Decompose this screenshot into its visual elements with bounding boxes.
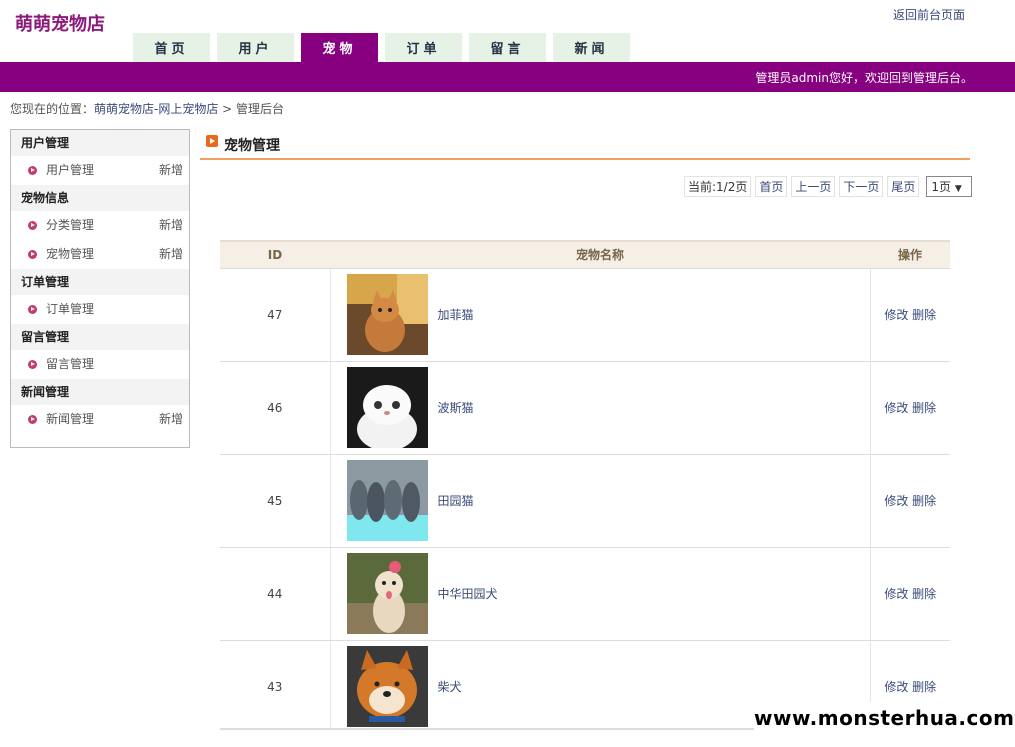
section-title: 宠物管理 (224, 138, 280, 154)
sidebar-group-orders: 订单管理 (11, 269, 189, 295)
section-arrow-icon (206, 135, 218, 147)
row-id: 45 (220, 454, 331, 548)
watermark: www.monsterhua.com (754, 702, 1015, 735)
pet-name-link[interactable]: 田园猫 (438, 492, 474, 509)
row-id: 44 (220, 547, 331, 641)
table-header-row: ID 宠物名称 操作 (220, 240, 950, 269)
nav-tab-pets[interactable]: 宠物 (301, 33, 378, 62)
bullet-arrow-icon (28, 221, 37, 230)
pager-last-button[interactable]: 尾页 (887, 176, 920, 197)
breadcrumb-home-link[interactable]: 萌萌宠物店-网上宠物店 (94, 102, 218, 116)
breadcrumb-current: 管理后台 (236, 102, 285, 116)
breadcrumb: 您现在的位置：萌萌宠物店-网上宠物店 > 管理后台 (10, 100, 284, 117)
header-operation: 操作 (870, 240, 950, 269)
pager-current: 当前:1/2页 (684, 176, 752, 197)
sidebar-item-pet-manage[interactable]: 宠物管理 新增 (11, 240, 189, 269)
table-row: 47 加菲猫 修改 删除 (220, 268, 950, 362)
edit-button[interactable]: 修改 (884, 587, 908, 601)
row-id: 43 (220, 640, 331, 728)
sidebar-add-category-link[interactable]: 新增 (159, 211, 183, 240)
sidebar-add-pet-link[interactable]: 新增 (159, 240, 183, 269)
nav-tab-messages[interactable]: 留言 (469, 33, 546, 62)
nav-tab-users[interactable]: 用户 (217, 33, 294, 62)
sidebar-group-pets: 宠物信息 (11, 185, 189, 211)
row-id: 46 (220, 361, 331, 455)
sidebar-group-messages: 留言管理 (11, 324, 189, 350)
pet-table-container: ID 宠物名称 操作 47 加菲猫 修改 删除 46 波斯猫 修改 删除 45 … (220, 240, 950, 730)
pet-photo-shiba (346, 646, 428, 727)
sidebar-item-category-manage[interactable]: 分类管理 新增 (11, 211, 189, 240)
pet-photo-cats-group (346, 460, 428, 541)
delete-button[interactable]: 删除 (912, 401, 936, 415)
pager-first-button[interactable]: 首页 (755, 176, 788, 197)
bullet-arrow-icon (28, 166, 37, 175)
sidebar-item-label[interactable]: 宠物管理 (46, 247, 94, 261)
sidebar-item-message-manage[interactable]: 留言管理 (11, 350, 189, 379)
delete-button[interactable]: 删除 (912, 587, 936, 601)
pet-photo-cat-orange (346, 274, 428, 355)
sidebar-item-label[interactable]: 分类管理 (46, 218, 94, 232)
sidebar-item-label[interactable]: 用户管理 (46, 163, 94, 177)
pet-photo-cat-white (346, 367, 428, 448)
sidebar-item-label[interactable]: 新闻管理 (46, 412, 94, 426)
row-id: 47 (220, 268, 331, 362)
pager-prev-button[interactable]: 上一页 (791, 176, 836, 197)
welcome-message: 管理员admin您好，欢迎回到管理后台。 (755, 71, 973, 85)
back-to-frontend-link[interactable]: 返回前台页面 (893, 6, 965, 23)
header-banner: 管理员admin您好，欢迎回到管理后台。 (0, 62, 1015, 92)
bullet-arrow-icon (28, 305, 37, 314)
pagination: 当前:1/2页 首页 上一页 下一页 尾页 1页 ▼ (684, 176, 973, 197)
pager-next-button[interactable]: 下一页 (839, 176, 884, 197)
pet-table: ID 宠物名称 操作 47 加菲猫 修改 删除 46 波斯猫 修改 删除 45 … (220, 240, 950, 728)
edit-button[interactable]: 修改 (884, 680, 908, 694)
bullet-arrow-icon (28, 360, 37, 369)
header-pet-name: 宠物名称 (330, 240, 870, 269)
delete-button[interactable]: 删除 (912, 494, 936, 508)
delete-button[interactable]: 删除 (912, 308, 936, 322)
table-row: 46 波斯猫 修改 删除 (220, 361, 950, 455)
edit-button[interactable]: 修改 (884, 401, 908, 415)
sidebar-add-news-link[interactable]: 新增 (159, 405, 183, 434)
pet-name-link[interactable]: 加菲猫 (438, 306, 474, 323)
nav-tab-news[interactable]: 新闻 (553, 33, 630, 62)
page-select-value: 1页 (931, 180, 952, 194)
site-title: 萌萌宠物店 (15, 14, 105, 35)
pet-name-link[interactable]: 波斯猫 (438, 399, 474, 416)
sidebar-add-user-link[interactable]: 新增 (159, 156, 183, 185)
edit-button[interactable]: 修改 (884, 308, 908, 322)
section-header: 宠物管理 (200, 130, 970, 160)
nav-tab-orders[interactable]: 订单 (385, 33, 462, 62)
bullet-arrow-icon (28, 415, 37, 424)
sidebar-group-users: 用户管理 (11, 130, 189, 156)
pet-photo-dog-puppy (346, 553, 428, 634)
sidebar-item-label[interactable]: 订单管理 (46, 302, 94, 316)
table-row: 45 田园猫 修改 删除 (220, 454, 950, 548)
sidebar-item-label[interactable]: 留言管理 (46, 357, 94, 371)
sidebar-item-news-manage[interactable]: 新闻管理 新增 (11, 405, 189, 434)
pet-name-link[interactable]: 柴犬 (438, 678, 462, 695)
breadcrumb-separator: > (218, 102, 237, 116)
sidebar-item-user-manage[interactable]: 用户管理 新增 (11, 156, 189, 185)
bullet-arrow-icon (28, 250, 37, 259)
delete-button[interactable]: 删除 (912, 680, 936, 694)
nav-tab-home[interactable]: 首页 (133, 33, 210, 62)
header-id: ID (220, 240, 330, 269)
sidebar-item-order-manage[interactable]: 订单管理 (11, 295, 189, 324)
page-select[interactable]: 1页 ▼ (926, 176, 973, 197)
sidebar-group-news: 新闻管理 (11, 379, 189, 405)
sidebar: 用户管理 用户管理 新增 宠物信息 分类管理 新增 宠物管理 新增 订单管理 订… (10, 129, 190, 448)
pet-name-link[interactable]: 中华田园犬 (438, 585, 498, 602)
edit-button[interactable]: 修改 (884, 494, 908, 508)
dropdown-arrow-icon: ▼ (954, 184, 962, 194)
main-nav: 首页 用户 宠物 订单 留言 新闻 (133, 33, 637, 62)
breadcrumb-prefix: 您现在的位置： (10, 102, 95, 116)
table-row: 44 中华田园犬 修改 删除 (220, 547, 950, 641)
